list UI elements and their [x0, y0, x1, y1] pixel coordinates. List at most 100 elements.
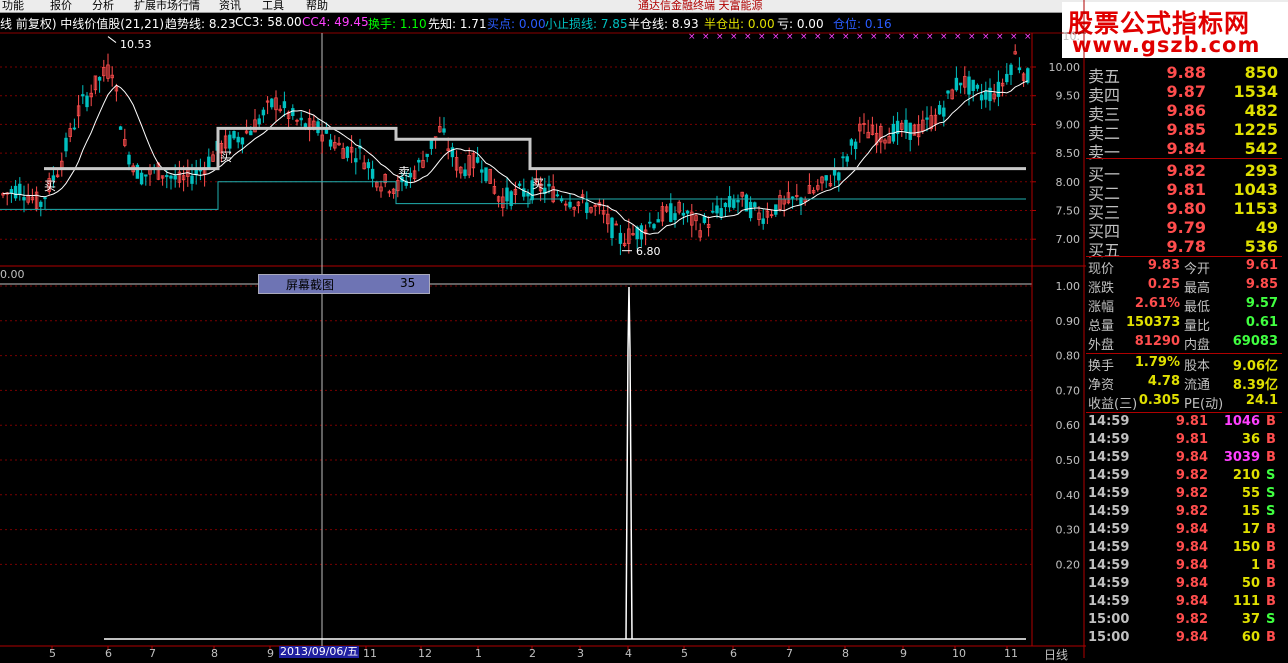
- signal-label: 买: [532, 177, 544, 191]
- buy-row[interactable]: 买一 9.82 293: [1086, 161, 1282, 184]
- candle-body: [555, 194, 560, 197]
- kline-chart[interactable]: 10.009.509.008.508.007.507.0010.1.000.90…: [0, 0, 1086, 658]
- candle-body: [484, 167, 488, 182]
- candle-body: [727, 196, 732, 208]
- stat-label: 最高: [1184, 281, 1211, 296]
- tick-side: B: [1266, 594, 1276, 609]
- sell-row[interactable]: 卖四 9.87 1534: [1086, 82, 1282, 105]
- candle-body: [719, 208, 723, 217]
- stat-label: 净资: [1088, 378, 1115, 393]
- signal-label: 卖: [398, 165, 410, 179]
- candle-body: [648, 221, 652, 224]
- candle-body: [1017, 67, 1022, 71]
- sell-row[interactable]: 卖五 9.88 850: [1086, 63, 1282, 86]
- x-axis-label: 5: [49, 647, 56, 658]
- signal-marker: ×: [814, 32, 822, 42]
- price-axis-label: 7.00: [1056, 233, 1081, 246]
- stat-label: 流通: [1184, 378, 1211, 393]
- x-axis-label: 9: [267, 647, 274, 658]
- sell-row[interactable]: 卖二 9.85 1225: [1086, 120, 1282, 143]
- signal-marker: ×: [940, 32, 948, 42]
- candle-body: [656, 219, 660, 223]
- x-axis-label: 6: [105, 647, 112, 658]
- candle-body: [790, 196, 795, 199]
- candle-body: [711, 210, 715, 213]
- tick-price: 9.84: [1175, 576, 1208, 591]
- candle-body: [925, 117, 929, 120]
- stat-value: 0.305: [1138, 393, 1180, 408]
- buy-row[interactable]: 买二 9.81 1043: [1086, 180, 1282, 203]
- x-axis-label: 9: [900, 647, 907, 658]
- stat-value: 81290: [1134, 334, 1180, 349]
- tick-time: 15:00: [1088, 612, 1130, 627]
- candle-body: [967, 76, 971, 95]
- period-label[interactable]: 日线: [1044, 646, 1068, 663]
- buy-row[interactable]: 买三 9.80 1153: [1086, 199, 1282, 222]
- buy-price: 9.79: [1166, 218, 1206, 237]
- stat-label: 股本: [1184, 359, 1211, 374]
- tick-side: S: [1266, 486, 1276, 501]
- candle-body: [85, 95, 89, 108]
- candle-body: [853, 141, 858, 150]
- candle-body: [475, 157, 480, 163]
- stat-value: 0.61: [1245, 315, 1278, 330]
- stat-label: 换手: [1088, 359, 1115, 374]
- candle-body: [1009, 64, 1013, 75]
- candle-body: [585, 202, 589, 213]
- tick-price: 9.84: [1175, 594, 1208, 609]
- signal-marker: ×: [996, 32, 1004, 42]
- lower-axis-label: 0.50: [1056, 454, 1081, 467]
- chart-grid: [0, 0, 1086, 658]
- tick-volume: 37: [1241, 612, 1260, 627]
- candle-body: [291, 108, 295, 116]
- signal-marker: ×: [982, 32, 990, 42]
- tick-row: 14:59 9.84 150 B: [1086, 540, 1282, 558]
- x-axis-label: 2: [529, 647, 536, 658]
- tick-side: B: [1266, 432, 1276, 447]
- tick-time: 14:59: [1088, 576, 1130, 591]
- candle-body: [954, 77, 959, 91]
- signal-marker: ×: [954, 32, 962, 42]
- tick-row: 14:59 9.82 210 S: [1086, 468, 1282, 486]
- sell-row[interactable]: 卖一 9.84 542: [1086, 139, 1282, 162]
- candle-body: [517, 183, 522, 186]
- buy-price: 9.80: [1166, 199, 1206, 218]
- lower-axis-label: 0.30: [1056, 524, 1081, 537]
- tick-volume: 50: [1241, 576, 1260, 591]
- price-axis-label: 9.50: [1056, 90, 1081, 103]
- x-axis-label: 7: [786, 647, 793, 658]
- stat-label: 现价: [1088, 262, 1115, 277]
- signal-marker: ×: [772, 32, 780, 42]
- price-axis-top-label: 10.: [1063, 30, 1081, 43]
- tick-price: 9.84: [1175, 522, 1208, 537]
- candle-body: [681, 212, 686, 216]
- x-axis-label: 1: [475, 647, 482, 658]
- signal-marker: ×: [926, 32, 934, 42]
- sell-price: 9.85: [1166, 120, 1206, 139]
- stat-value: 9.06亿: [1232, 359, 1278, 374]
- candle-body: [270, 98, 274, 108]
- candle-body: [988, 87, 992, 102]
- stat-value: 24.1: [1245, 393, 1278, 408]
- buy-row[interactable]: 买四 9.79 49: [1086, 218, 1282, 241]
- tick-row: 15:00 9.82 37 S: [1086, 612, 1282, 630]
- signal-marker: ×: [828, 32, 836, 42]
- candle-body: [354, 158, 358, 163]
- candle-body: [127, 154, 131, 165]
- sell-row[interactable]: 卖三 9.86 482: [1086, 101, 1282, 124]
- tick-side: B: [1266, 558, 1276, 573]
- tick-side: B: [1266, 540, 1276, 555]
- candle-body: [173, 175, 177, 180]
- x-axis-label: 5: [681, 647, 688, 658]
- tick-volume: 1046: [1223, 414, 1260, 429]
- lower-axis-label: 0.40: [1056, 489, 1081, 502]
- screenshot-popup[interactable]: 屏幕截图 35: [258, 274, 430, 294]
- buy-row[interactable]: 买五 9.78 536: [1086, 237, 1282, 260]
- candle-body: [715, 205, 719, 214]
- candle-body: [639, 225, 644, 240]
- moving-average-line: [2, 80, 1028, 235]
- candle-body: [505, 187, 509, 202]
- tick-time: 14:59: [1088, 558, 1130, 573]
- candle-body: [975, 84, 980, 89]
- signal-marker: ×: [870, 32, 878, 42]
